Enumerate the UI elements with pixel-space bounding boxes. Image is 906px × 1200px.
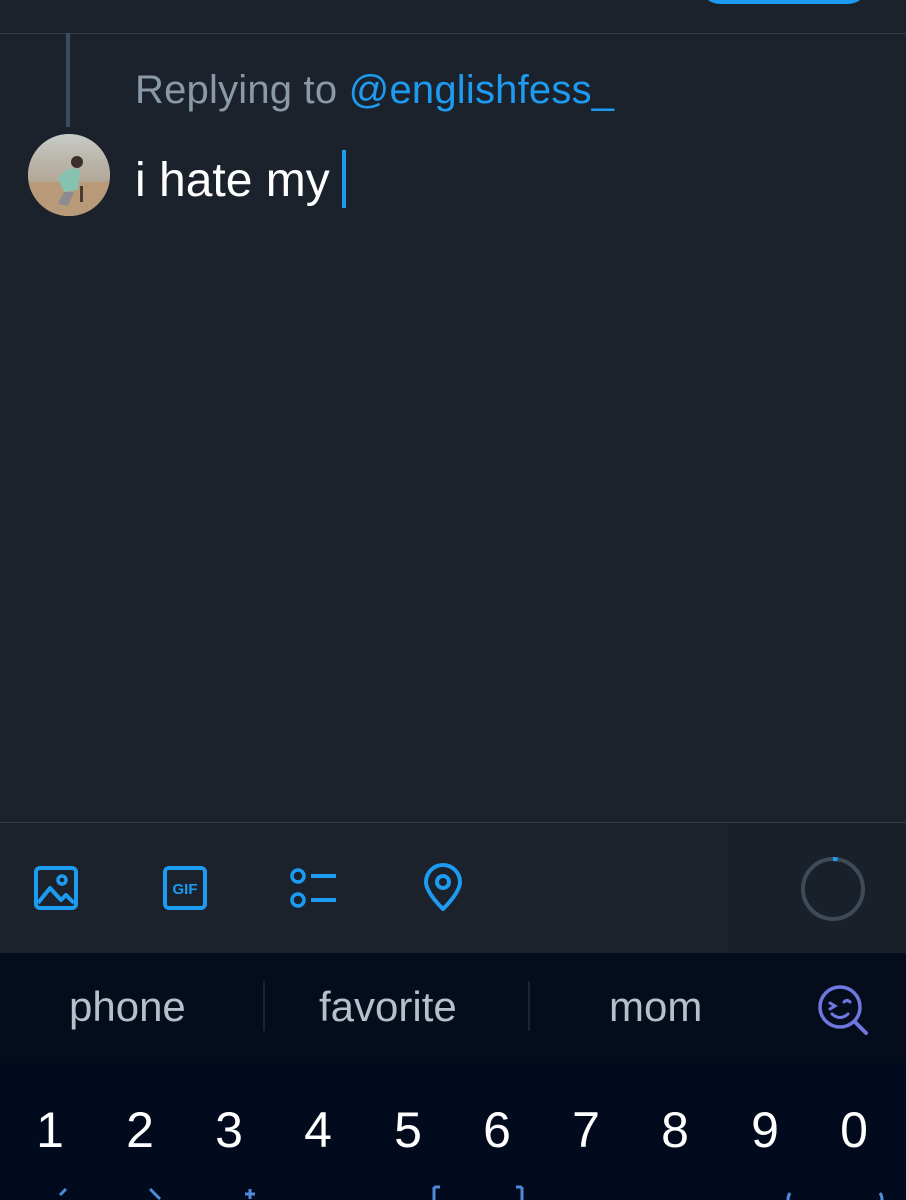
reply-button[interactable] [700, 0, 868, 4]
gif-label: GIF [173, 881, 198, 898]
symbol-hint-glyphs [58, 1185, 884, 1200]
replying-handle-link[interactable]: @englishfess_ [349, 68, 615, 112]
emoji-search-icon[interactable] [816, 983, 870, 1037]
keyboard-symbol-hints [0, 1185, 906, 1200]
char-counter-area [728, 823, 906, 954]
key-6[interactable]: 6 [467, 1101, 527, 1159]
compose-text: i hate my [135, 154, 330, 207]
compose-reply-screen: Replying to @englishfess_ i hate my GIF … [0, 0, 906, 1200]
key-5[interactable]: 5 [378, 1101, 438, 1159]
compose-toolbar: GIF [0, 822, 906, 954]
replying-to-label: Replying to @englishfess_ [135, 68, 614, 113]
keyboard-keys: 1 2 3 4 5 6 7 8 9 0 [0, 1063, 906, 1200]
replying-prefix: Replying to [135, 68, 338, 112]
poll-icon[interactable] [288, 863, 338, 913]
key-1[interactable]: 1 [20, 1101, 80, 1159]
suggestion-mom[interactable]: mom [609, 983, 702, 1031]
character-count-ring [801, 856, 865, 921]
keyboard-suggestion-bar: phone favorite mom [0, 953, 906, 1063]
key-3[interactable]: 3 [199, 1101, 259, 1159]
key-7[interactable]: 7 [556, 1101, 616, 1159]
compose-text-input[interactable]: i hate my [135, 150, 346, 208]
image-icon[interactable] [31, 863, 81, 913]
suggestion-favorite[interactable]: favorite [319, 983, 457, 1031]
avatar[interactable] [28, 134, 110, 216]
key-8[interactable]: 8 [645, 1101, 705, 1159]
thread-connector-line [66, 33, 70, 127]
key-2[interactable]: 2 [110, 1101, 170, 1159]
suggestion-phone[interactable]: phone [69, 983, 186, 1031]
avatar-photo [28, 134, 110, 216]
header-bar [0, 0, 906, 34]
gif-icon[interactable]: GIF [160, 863, 210, 913]
suggestion-divider [528, 981, 530, 1031]
key-0[interactable]: 0 [824, 1101, 884, 1159]
key-9[interactable]: 9 [735, 1101, 795, 1159]
suggestion-divider [263, 981, 265, 1031]
text-cursor [341, 150, 346, 208]
key-4[interactable]: 4 [288, 1101, 348, 1159]
location-icon[interactable] [418, 863, 468, 913]
